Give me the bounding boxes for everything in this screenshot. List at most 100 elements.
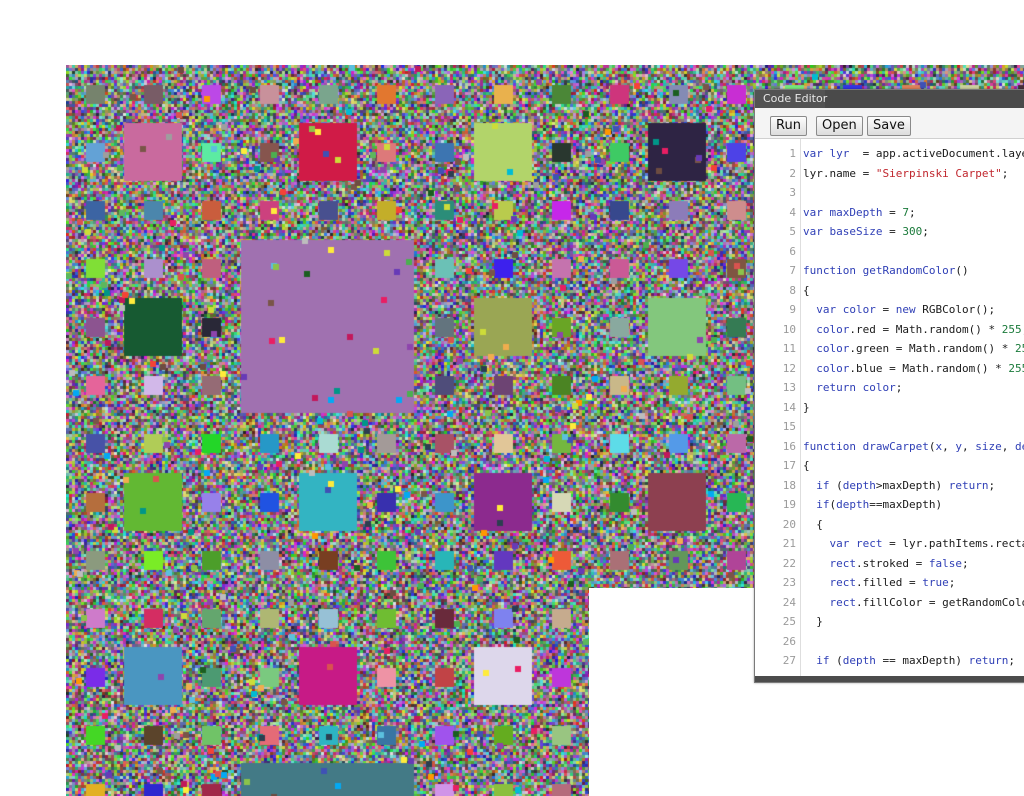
code-token: color — [816, 361, 850, 375]
code-token: new — [895, 303, 923, 316]
line-number: 2 — [789, 166, 796, 180]
line-number: 5 — [789, 225, 796, 238]
code-token: .filled = — [856, 576, 923, 589]
code-text: lyr.name = "Sierpinski Carpet"; — [803, 164, 1008, 184]
code-line[interactable]: 24 rect.fillColor = getRandomColor(); — [755, 593, 1024, 613]
line-number: 18 — [782, 478, 796, 492]
code-text: { — [803, 456, 810, 476]
code-token: } — [803, 400, 810, 414]
code-line[interactable]: 9 var color = new RGBColor(); — [755, 300, 1024, 320]
code-line[interactable]: 17 { — [755, 456, 1024, 476]
code-line[interactable]: 3 — [755, 183, 1024, 203]
code-text: color.red = Math.random() * 255; — [803, 320, 1024, 340]
code-line[interactable]: 10 color.red = Math.random() * 255; — [755, 320, 1024, 340]
code-token: size — [975, 439, 1002, 453]
code-line[interactable]: 12 color.blue = Math.random() * 255; — [755, 359, 1024, 379]
code-token: 255 — [1008, 361, 1024, 375]
code-token: depth — [842, 478, 876, 492]
code-line[interactable]: 27 if (depth == maxDepth) return; — [755, 651, 1024, 671]
code-text: var lyr = app.activeDocument.layers — [803, 144, 1024, 164]
code-line[interactable]: 15 — [755, 417, 1024, 437]
line-number: 12 — [782, 361, 796, 375]
code-token: var — [816, 303, 843, 316]
code-token: var — [829, 537, 856, 550]
code-line[interactable]: 20 { — [755, 515, 1024, 535]
code-token: , — [1001, 439, 1015, 453]
save-button[interactable]: Save — [867, 116, 911, 136]
code-line[interactable]: 13 return color; — [755, 378, 1024, 398]
code-line[interactable]: 16 function drawCarpet(x, y, size, depth) — [755, 437, 1024, 457]
code-line[interactable]: 23 rect.filled = true; — [755, 573, 1024, 593]
editor-toolbar: Run Open Save — [755, 108, 1024, 139]
code-token: rect — [829, 556, 857, 570]
code-token: = — [875, 303, 896, 316]
code-token: baseSize — [829, 225, 883, 238]
code-token: color — [842, 303, 876, 316]
code-token: .fillColor = getRandomColor(); — [856, 595, 1024, 609]
code-line[interactable]: 14} — [755, 398, 1024, 418]
code-token: 255 — [1001, 322, 1022, 336]
code-line[interactable]: 18 if (depth>maxDepth) return; — [755, 476, 1024, 496]
code-text: return color; — [803, 378, 902, 398]
code-line[interactable]: 11 color.green = Math.random() * 255; — [755, 339, 1024, 359]
code-line[interactable]: 6 — [755, 242, 1024, 262]
code-text: } — [803, 612, 823, 632]
code-line[interactable]: 7 function getRandomColor() — [755, 261, 1024, 281]
code-line[interactable]: 26 — [755, 632, 1024, 652]
code-token: ; — [895, 381, 903, 394]
code-line[interactable]: 21 var rect = lyr.pathItems.rectangle( — [755, 534, 1024, 554]
code-token: 7 — [902, 205, 909, 219]
code-token: } — [803, 615, 823, 628]
code-token: if — [816, 654, 837, 667]
code-line[interactable]: 2 lyr.name = "Sierpinski Carpet"; — [755, 164, 1024, 184]
code-token: var — [803, 225, 830, 238]
run-button[interactable]: Run — [770, 116, 807, 136]
code-line[interactable]: 22 rect.stroked = false; — [755, 554, 1024, 574]
code-text: function getRandomColor() — [803, 261, 969, 281]
line-number: 25 — [782, 615, 796, 628]
code-token: var — [803, 147, 830, 160]
code-line[interactable]: 5 var baseSize = 300; — [755, 222, 1024, 242]
code-token: rect — [856, 537, 883, 550]
line-number: 21 — [782, 537, 796, 550]
code-line[interactable]: 4 var maxDepth = 7; — [755, 203, 1024, 223]
code-token: "Sierpinski Carpet" — [875, 166, 1002, 180]
code-text: rect.stroked = false; — [803, 554, 969, 574]
code-text-area[interactable]: 1 var lyr = app.activeDocument.layers 2 lyr… — [755, 139, 1024, 676]
code-text: var color = new RGBColor(); — [803, 300, 995, 320]
code-text: var rect = lyr.pathItems.rectangle( — [803, 534, 1024, 554]
code-token: lyr.name = — [803, 166, 876, 180]
code-token: color — [816, 322, 850, 336]
code-token: function — [803, 264, 863, 277]
line-number: 13 — [782, 381, 796, 394]
code-token: ; — [1001, 166, 1009, 180]
code-line[interactable]: 1 var lyr = app.activeDocument.layers — [755, 144, 1024, 164]
code-token: { — [803, 517, 823, 531]
open-button[interactable]: Open — [816, 116, 863, 136]
code-token: depth — [1014, 439, 1024, 453]
line-number: 15 — [782, 420, 796, 433]
code-line[interactable]: 8{ — [755, 281, 1024, 301]
editor-title: Code Editor — [763, 92, 828, 105]
line-number: 26 — [782, 634, 796, 648]
code-line[interactable]: 19 if(depth==maxDepth) — [755, 495, 1024, 515]
code-text: var maxDepth = 7; — [803, 203, 916, 223]
code-line[interactable]: 25 } — [755, 612, 1024, 632]
code-token: ( — [836, 654, 843, 667]
editor-bottom-bar — [755, 676, 1024, 682]
code-token: .red = Math.random() * — [849, 322, 1002, 336]
editor-titlebar[interactable]: Code Editor — [755, 90, 1024, 108]
code-text: if (depth == maxDepth) return; — [803, 651, 1015, 671]
line-number: 8 — [789, 283, 796, 297]
code-token: , — [942, 439, 956, 453]
code-token: ; — [988, 478, 996, 492]
code-text: var baseSize = 300; — [803, 222, 929, 242]
line-number: 14 — [782, 400, 796, 414]
code-token: >maxDepth) — [875, 478, 949, 492]
